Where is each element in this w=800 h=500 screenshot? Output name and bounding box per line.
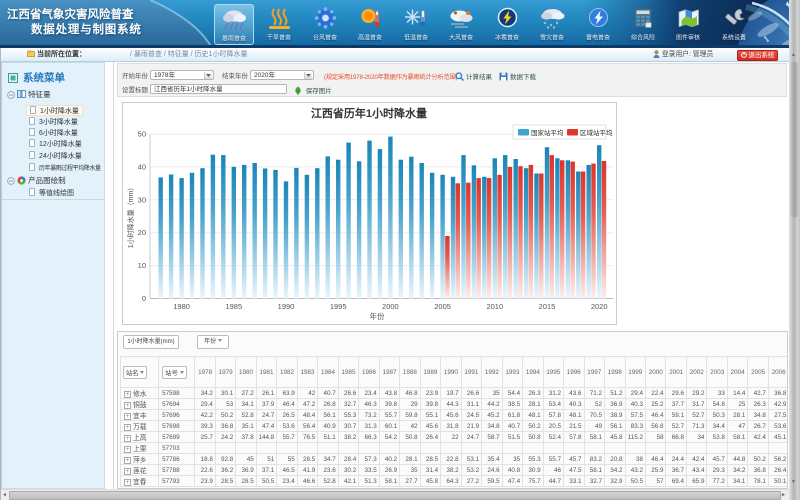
svg-text:1995: 1995 <box>330 302 347 311</box>
svg-text:国家站平均: 国家站平均 <box>531 128 564 137</box>
svg-text:1990: 1990 <box>278 302 295 311</box>
svg-text:2005: 2005 <box>434 302 451 311</box>
svg-text:20: 20 <box>138 228 146 237</box>
svg-text:10: 10 <box>138 261 146 270</box>
svg-text:江西省历年1小时降水量: 江西省历年1小时降水量 <box>311 106 427 120</box>
svg-text:0: 0 <box>142 294 146 303</box>
svg-text:50: 50 <box>138 130 146 139</box>
svg-text:区域站平均: 区域站平均 <box>580 128 613 137</box>
svg-text:2010: 2010 <box>486 302 503 311</box>
svg-text:40: 40 <box>138 162 146 171</box>
svg-text:2000: 2000 <box>382 302 399 311</box>
svg-text:1985: 1985 <box>225 302 242 311</box>
svg-text:2020: 2020 <box>591 302 608 311</box>
svg-text:1小时降水量（mm）: 1小时降水量（mm） <box>126 184 135 249</box>
svg-text:1980: 1980 <box>173 302 190 311</box>
svg-text:年份: 年份 <box>370 311 385 321</box>
svg-text:2015: 2015 <box>539 302 556 311</box>
svg-text:30: 30 <box>138 195 146 204</box>
